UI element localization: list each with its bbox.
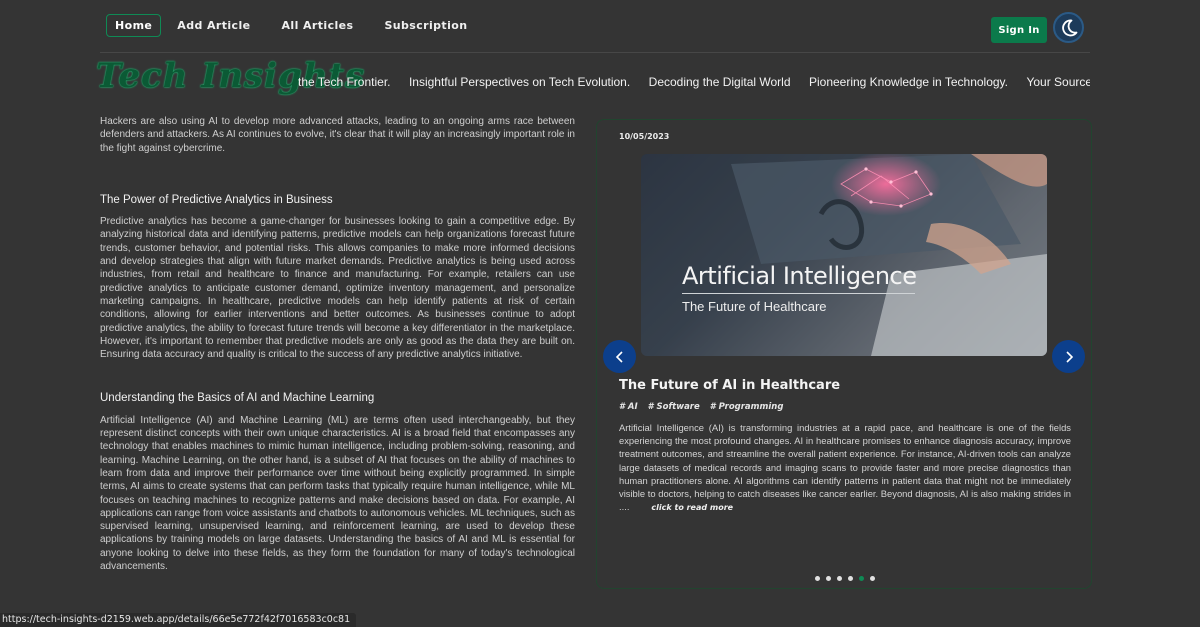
carousel-dot[interactable] (837, 576, 842, 581)
nav-divider (100, 52, 1090, 53)
article-intro-text: Hackers are also using AI to develop mor… (100, 116, 575, 154)
article-title-predictive-analytics[interactable]: The Power of Predictive Analytics in Bus… (100, 194, 575, 207)
hero-illustration (641, 154, 1047, 356)
carousel-next-button[interactable] (1052, 340, 1085, 373)
article-hero-image[interactable]: Artificial Intelligence The Future of He… (641, 154, 1047, 356)
ticker-item: Pioneering Knowledge in Technology. (808, 75, 1008, 89)
carousel-dot[interactable] (848, 576, 853, 581)
read-more-link[interactable]: click to read more (651, 503, 733, 512)
sign-in-button[interactable]: Sign In (991, 17, 1047, 43)
moon-icon (1061, 19, 1077, 36)
summary-text: Artificial Intelligence (AI) is transfor… (619, 422, 1071, 513)
tag-ai[interactable]: # AI (619, 402, 638, 412)
ticker-item: the Tech Frontier. (298, 75, 391, 89)
nav-links: Home Add Article All Articles Subscripti… (106, 14, 498, 37)
hero-title: Artificial Intelligence (682, 262, 917, 290)
carousel-dot[interactable] (826, 576, 831, 581)
tag-software[interactable]: # Software (648, 402, 700, 412)
theme-toggle-button[interactable] (1053, 12, 1084, 43)
tagline-ticker: the Tech Frontier. Insightful Perspectiv… (298, 73, 1090, 91)
article-list: Hackers are also using AI to develop mor… (100, 116, 575, 573)
tag-list: # AI # Software # Programming (619, 402, 793, 412)
nav-home-link[interactable]: Home (106, 14, 162, 37)
link-status-bar: https://tech-insights-d2159.web.app/deta… (0, 613, 357, 627)
featured-article-card: 10/05/2023 Artificial Intelligence The F… (596, 119, 1092, 589)
chevron-left-icon (615, 350, 623, 363)
nav-all-articles-link[interactable]: All Articles (282, 19, 354, 32)
featured-article-title[interactable]: The Future of AI in Healthcare (619, 378, 840, 393)
carousel-dots (815, 576, 881, 581)
hero-subtitle: The Future of Healthcare (682, 299, 827, 314)
article-body-predictive-analytics: Predictive analytics has become a game-c… (100, 216, 575, 361)
top-navbar: Home Add Article All Articles Subscripti… (0, 0, 1200, 52)
ticker-item: Insightful Perspectives on Tech Evolutio… (408, 75, 631, 89)
carousel-dot[interactable] (870, 576, 875, 581)
ticker-item: Your Source for Cutting (1026, 75, 1090, 89)
featured-article-summary: Artificial Intelligence (AI) is transfor… (619, 421, 1071, 514)
tag-programming[interactable]: # Programming (710, 402, 784, 412)
article-title-ai-basics[interactable]: Understanding the Basics of AI and Machi… (100, 392, 575, 405)
article-body-ai-basics: Artificial Intelligence (AI) and Machine… (100, 414, 575, 573)
carousel-dot[interactable] (859, 576, 864, 581)
nav-subscription-link[interactable]: Subscription (384, 19, 467, 32)
hero-divider (682, 293, 915, 294)
ticker-item: Decoding the Digital World (648, 75, 791, 89)
carousel-dot[interactable] (815, 576, 820, 581)
chevron-right-icon (1065, 350, 1073, 363)
carousel-prev-button[interactable] (603, 340, 636, 373)
article-date: 10/05/2023 (619, 132, 670, 141)
nav-add-article-link[interactable]: Add Article (177, 19, 250, 32)
